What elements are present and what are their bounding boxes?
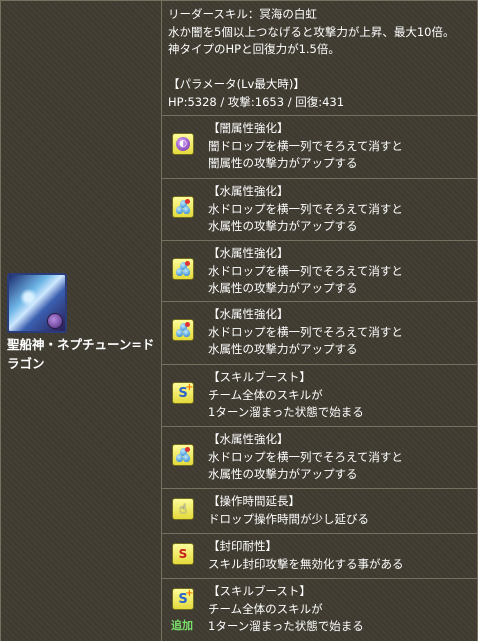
water-enhance-icon	[172, 319, 194, 341]
monster-name: 聖船神・ネプチューン=ドラゴン	[7, 337, 155, 371]
awakening-text: 【スキルブースト】 チーム全体のスキルが 1ターン溜まった状態で始まる	[208, 583, 364, 636]
water-enhance-icon	[172, 258, 194, 280]
awakening-desc-line: 水ドロップを横一列でそろえて消すと	[208, 324, 403, 339]
awakening-desc-line: 1ターン溜まった状態で始まる	[208, 619, 364, 633]
awakening-title: 【水属性強化】	[208, 246, 289, 260]
skill-boost-icon: S +	[172, 588, 194, 610]
awakening-desc-line: チーム全体のスキルが	[208, 601, 323, 616]
awakening-text: 【スキルブースト】 チーム全体のスキルが 1ターン溜まった状態で始まる	[208, 369, 364, 422]
awakening-desc-line: チーム全体のスキルが	[208, 387, 323, 402]
awakening-desc-line: 水属性の攻撃力がアップする	[208, 342, 358, 356]
dark-enhance-icon: ◐	[172, 133, 194, 155]
awakening-text: 【水属性強化】 水ドロップを横一列でそろえて消すと 水属性の攻撃力がアップする	[208, 306, 403, 359]
awakening-desc-line: 水属性の攻撃力がアップする	[208, 219, 358, 233]
awakening-title: 【操作時間延長】	[208, 494, 300, 508]
awakening-row: 【水属性強化】 水ドロップを横一列でそろえて消すと 水属性の攻撃力がアップする	[162, 302, 477, 365]
awakening-text: 【水属性強化】 水ドロップを横一列でそろえて消すと 水属性の攻撃力がアップする	[208, 245, 403, 298]
leader-skill-title: リーダースキル：冥海の白虹	[168, 7, 317, 21]
awakening-text: 【水属性強化】 水ドロップを横一列でそろえて消すと 水属性の攻撃力がアップする	[208, 183, 403, 236]
monster-column: 聖船神・ネプチューン=ドラゴン	[1, 1, 162, 641]
added-awakening-tag: 追加	[171, 619, 193, 632]
leader-skill-line-2: 神タイプのHPと回復力が1.5倍。	[168, 42, 340, 56]
leader-skill-line-1: 水か闇を5個以上つなげると攻撃力が上昇、最大10倍。	[168, 24, 455, 39]
awakening-row: 【水属性強化】 水ドロップを横一列でそろえて消すと 水属性の攻撃力がアップする	[162, 427, 477, 489]
details-column: リーダースキル：冥海の白虹 水か闇を5個以上つなげると攻撃力が上昇、最大10倍。…	[162, 1, 477, 641]
awakening-row: 【水属性強化】 水ドロップを横一列でそろえて消すと 水属性の攻撃力がアップする	[162, 241, 477, 302]
monster-portrait-icon[interactable]	[7, 273, 67, 333]
dark-attribute-badge-icon	[47, 313, 63, 329]
awakening-row: S + 追加 【スキルブースト】 チーム全体のスキルが 1ターン溜まった状態で始ま…	[162, 579, 477, 641]
awakening-title: 【封印耐性】	[208, 539, 277, 553]
awakening-text: 【闇属性強化】 闇ドロップを横一列でそろえて消すと 闇属性の攻撃力がアップする	[208, 120, 403, 173]
awakening-title: 【水属性強化】	[208, 307, 289, 321]
awakening-row: ◐ 【闇属性強化】 闇ドロップを横一列でそろえて消すと 闇属性の攻撃力がアップす…	[162, 116, 477, 179]
awakening-desc-line: 水ドロップを横一列でそろえて消すと	[208, 263, 403, 278]
awakening-desc-line: 水属性の攻撃力がアップする	[208, 467, 358, 481]
awakening-row: 【水属性強化】 水ドロップを横一列でそろえて消すと 水属性の攻撃力がアップする	[162, 179, 477, 241]
awakening-desc-line: 闇属性の攻撃力がアップする	[208, 156, 358, 170]
awakening-desc-line: ドロップ操作時間が少し延びる	[208, 511, 369, 526]
awakening-row: ☝ 【操作時間延長】 ドロップ操作時間が少し延びる	[162, 489, 477, 534]
awakening-desc-line: 水ドロップを横一列でそろえて消すと	[208, 449, 403, 464]
awakening-desc-line: 1ターン溜まった状態で始まる	[208, 405, 364, 419]
monster-info-table: 聖船神・ネプチューン=ドラゴン リーダースキル：冥海の白虹 水か闇を5個以上つな…	[0, 0, 478, 641]
awakening-title: 【水属性強化】	[208, 184, 289, 198]
awakening-text: 【水属性強化】 水ドロップを横一列でそろえて消すと 水属性の攻撃力がアップする	[208, 431, 403, 484]
awakening-text: 【封印耐性】 スキル封印攻撃を無効化する事がある	[208, 538, 404, 573]
seal-resist-icon: S	[172, 543, 194, 565]
water-enhance-icon	[172, 196, 194, 218]
awakening-title: 【スキルブースト】	[208, 370, 311, 384]
awakening-desc-line: 水属性の攻撃力がアップする	[208, 281, 358, 295]
leader-skill-section: リーダースキル：冥海の白虹 水か闇を5個以上つなげると攻撃力が上昇、最大10倍。…	[162, 1, 477, 116]
parameters-heading: 【パラメータ(Lv最大時)】	[168, 77, 305, 91]
awakening-title: 【スキルブースト】	[208, 584, 311, 598]
awakening-desc-line: 水ドロップを横一列でそろえて消すと	[208, 201, 403, 216]
awakening-title: 【闇属性強化】	[208, 121, 289, 135]
extend-time-icon: ☝	[172, 498, 194, 520]
awakening-row: S + 【スキルブースト】 チーム全体のスキルが 1ターン溜まった状態で始まる	[162, 365, 477, 427]
water-enhance-icon	[172, 444, 194, 466]
skill-boost-icon: S +	[172, 382, 194, 404]
awakening-title: 【水属性強化】	[208, 432, 289, 446]
awakening-desc-line: 闇ドロップを横一列でそろえて消すと	[208, 138, 403, 153]
awakening-row: S 【封印耐性】 スキル封印攻撃を無効化する事がある	[162, 534, 477, 579]
parameters-stats: HP:5328 / 攻撃:1653 / 回復:431	[168, 94, 345, 109]
awakening-desc-line: スキル封印攻撃を無効化する事がある	[208, 556, 404, 571]
awakening-text: 【操作時間延長】 ドロップ操作時間が少し延びる	[208, 493, 369, 528]
